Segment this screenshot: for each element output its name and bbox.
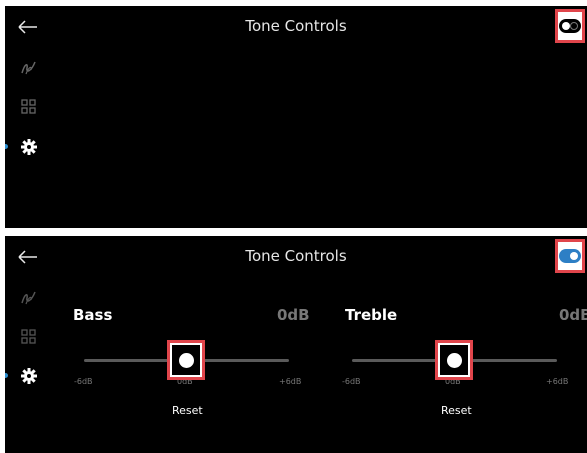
treble-min-label: -6dB (342, 377, 361, 386)
gear-icon[interactable] (19, 137, 39, 157)
bass-min-label: -6dB (74, 377, 93, 386)
page-title: Tone Controls (245, 247, 347, 265)
bass-label: Bass (73, 306, 113, 324)
tone-controls-screen-on: Tone Controls Bass 0dB -6dB 0dB +6dB Res… (5, 236, 587, 453)
treble-max-label: +6dB (546, 377, 569, 386)
source-icon[interactable] (19, 288, 39, 308)
grid-icon[interactable] (19, 97, 39, 117)
source-icon[interactable] (19, 58, 39, 78)
treble-label: Treble (345, 306, 398, 324)
treble-slider-thumb[interactable] (435, 340, 473, 380)
tone-controls-screen-off: Tone Controls (5, 6, 587, 228)
tone-toggle-switch[interactable] (555, 239, 585, 273)
bass-reset-button[interactable]: Reset (172, 404, 203, 417)
toggle-on (559, 249, 581, 263)
page-title: Tone Controls (245, 17, 347, 35)
treble-value: 0dB (559, 306, 587, 324)
active-indicator (5, 373, 8, 378)
bass-slider-thumb[interactable] (167, 340, 205, 380)
gear-icon[interactable] (19, 366, 39, 386)
grid-icon[interactable] (19, 327, 39, 347)
bass-value: 0dB (277, 306, 310, 324)
treble-reset-button[interactable]: Reset (441, 404, 472, 417)
tone-toggle-switch[interactable] (555, 9, 585, 43)
active-indicator (5, 144, 8, 149)
toggle-off (559, 19, 581, 33)
bass-max-label: +6dB (279, 377, 302, 386)
